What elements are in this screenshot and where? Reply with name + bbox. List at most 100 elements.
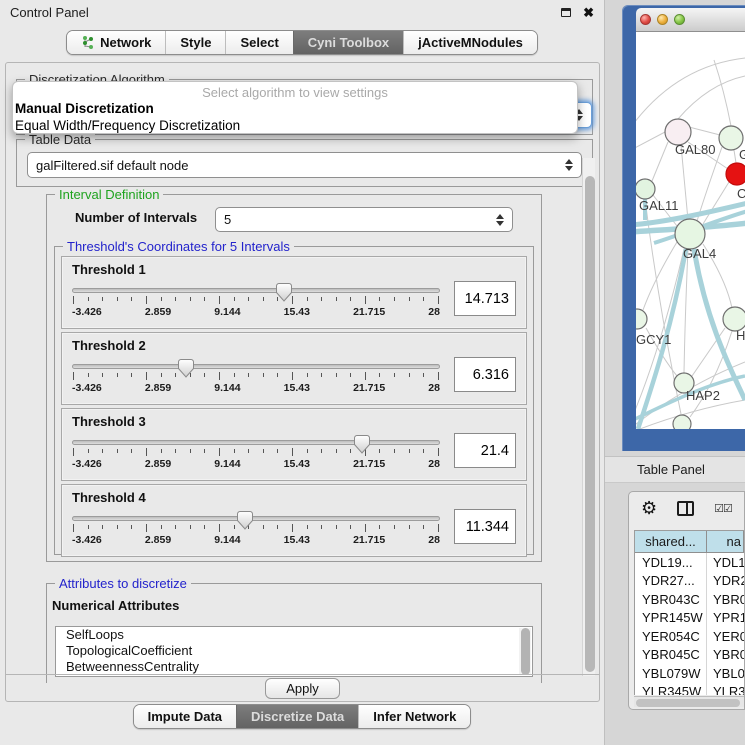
tick-mark [73,524,74,532]
threshold-slider[interactable]: -3.4262.8599.14415.4321.71528 [72,507,440,546]
tick-mark [365,296,366,304]
tab-discretize-data[interactable]: Discretize Data [236,705,358,728]
threshold-value-field[interactable]: 21.4 [454,433,516,468]
scale-label: 2.859 [145,534,171,546]
table-row[interactable]: YLR345WYLR3 [635,683,744,696]
slider-track[interactable] [72,440,440,445]
slider-thumb[interactable] [178,359,194,378]
attributes-scrollbar[interactable] [519,628,531,675]
table-cell[interactable]: YPR145W [635,609,707,628]
table-hscrollbar[interactable] [634,696,744,707]
float-window-icon[interactable] [561,8,571,17]
tab-impute-data[interactable]: Impute Data [134,705,236,728]
slider-thumb[interactable] [276,283,292,302]
network-view-window[interactable]: GAL80 GA C GAL11 GAL4 GCY1 H HAP2 [622,5,745,451]
combo-arrows-icon [559,159,573,171]
node-table[interactable]: shared... na YDL19...YDL1YDR27...YDR2YBR… [634,530,744,695]
split-columns-icon[interactable] [677,501,694,516]
attribute-list-item[interactable]: BetweennessCentrality [56,659,532,675]
tab-style[interactable]: Style [165,31,225,54]
slider-track[interactable] [72,364,440,369]
slider-track[interactable] [72,516,440,521]
threshold-value-field[interactable]: 11.344 [454,509,516,544]
minimize-traffic-light-icon[interactable] [657,14,668,25]
table-cell[interactable]: YBR0 [707,646,744,665]
slider-track[interactable] [72,288,440,293]
network-window-titlebar[interactable] [636,8,745,32]
tick-mark [88,449,89,453]
slider-thumb[interactable] [237,511,253,530]
network-canvas[interactable]: GAL80 GA C GAL11 GAL4 GCY1 H HAP2 [636,32,745,429]
threshold-slider[interactable]: -3.4262.8599.14415.4321.71528 [72,355,440,394]
tick-mark [321,297,322,301]
slider-thumb[interactable] [354,435,370,454]
tick-mark [146,524,147,532]
tab-network[interactable]: Network [67,31,165,54]
apply-button[interactable]: Apply [265,678,340,699]
table-cell[interactable]: YBR043C [635,590,707,609]
table-row[interactable]: YER054CYER0 [635,627,744,646]
scale-label: 28 [428,458,440,470]
table-row[interactable]: YBL079WYBL0 [635,664,744,683]
table-cell[interactable]: YBL079W [635,664,707,683]
tick-mark [88,525,89,529]
zoom-traffic-light-icon[interactable] [674,14,685,25]
algorithm-popup-prompt[interactable]: Select algorithm to view settings [13,85,577,101]
number-of-intervals-combobox[interactable]: 5 [215,207,513,232]
algorithm-option-manual[interactable]: Manual Discretization [13,101,577,118]
table-cell[interactable]: YDR2 [707,572,744,591]
column-header-name[interactable]: na [707,531,744,553]
table-hscrollbar-thumb[interactable] [636,699,740,707]
tab-jactivemnodules[interactable]: jActiveMNodules [403,31,537,54]
table-row[interactable]: YDL19...YDL1 [635,553,744,572]
network-node-gal4[interactable] [675,219,705,249]
attribute-list-item[interactable]: SelfLoops [56,627,532,643]
table-cell[interactable]: YLR3 [707,683,744,696]
table-cell[interactable]: YER0 [707,627,744,646]
network-node[interactable] [673,415,691,429]
table-cell[interactable]: YPR1 [707,609,744,628]
close-icon[interactable]: ✖ [583,6,594,19]
scale-label: 2.859 [145,458,171,470]
table-cell[interactable]: YDL19... [635,553,707,572]
attribute-list-item[interactable]: TopologicalCoefficient [56,643,532,659]
table-row[interactable]: YBR045CYBR0 [635,646,744,665]
tick-mark [394,525,395,529]
settings-scrollbar[interactable] [582,158,595,676]
table-cell[interactable]: YDR27... [635,572,707,591]
slider-ticks [72,372,440,381]
attributes-scrollbar-thumb[interactable] [521,628,530,675]
network-node-red[interactable] [726,163,745,185]
table-row[interactable]: YPR145WYPR1 [635,609,744,628]
tab-infer-network[interactable]: Infer Network [358,705,470,728]
table-data-combobox[interactable]: galFiltered.sif default node [27,152,582,178]
node-label: HAP2 [686,388,720,403]
tick-mark [234,449,235,453]
gear-icon[interactable]: ⚙ [641,499,657,517]
network-node-gcy1[interactable] [636,309,647,329]
settings-scrollbar-thumb[interactable] [585,176,595,672]
close-traffic-light-icon[interactable] [640,14,651,25]
network-node-gal11[interactable] [636,179,655,199]
threshold-value-field[interactable]: 14.713 [454,281,516,316]
tab-select[interactable]: Select [225,31,292,54]
algorithm-option-equal-width[interactable]: Equal Width/Frequency Discretization [13,118,577,135]
table-row[interactable]: YBR043CYBR0 [635,590,744,609]
threshold-slider[interactable]: -3.4262.8599.14415.4321.71528 [72,279,440,318]
table-row[interactable]: YDR27...YDR2 [635,572,744,591]
numerical-attributes-list[interactable]: SelfLoopsTopologicalCoefficientBetweenne… [55,626,533,677]
tab-cyni-toolbox[interactable]: Cyni Toolbox [293,31,403,54]
table-cell[interactable]: YLR345W [635,683,707,696]
table-cell[interactable]: YER054C [635,627,707,646]
tick-mark [190,449,191,453]
table-cell[interactable]: YDL1 [707,553,744,572]
threshold-slider[interactable]: -3.4262.8599.14415.4321.71528 [72,431,440,470]
tick-mark [350,449,351,453]
table-cell[interactable]: YBR045C [635,646,707,665]
table-cell[interactable]: YBL0 [707,664,744,683]
checkbox-filter-icons[interactable]: ☑☑ [714,502,732,515]
tick-mark [336,297,337,301]
table-cell[interactable]: YBR0 [707,590,744,609]
column-header-shared-name[interactable]: shared... [635,531,707,553]
threshold-value-field[interactable]: 6.316 [454,357,516,392]
